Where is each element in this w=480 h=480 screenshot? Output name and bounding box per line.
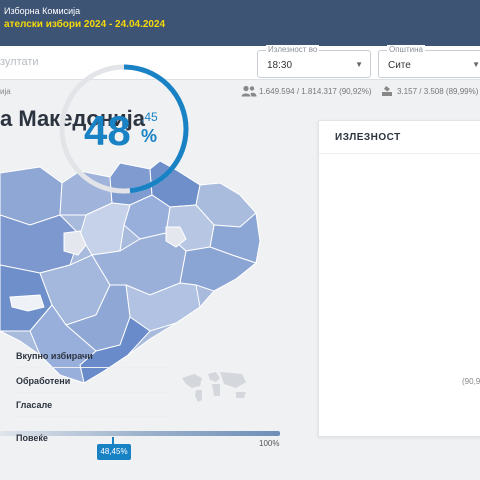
divider — [14, 392, 170, 393]
municipality-region — [0, 166, 63, 226]
total-voters-label: Вкупно избирачи — [16, 351, 93, 361]
turnout-time-value: 18:30 — [267, 60, 293, 71]
turnout-time-label: Излезност во — [266, 45, 320, 54]
divider — [14, 416, 170, 417]
municipality-select[interactable]: Општина Сите ▼ — [378, 45, 480, 78]
legend-max-label: 100% — [259, 439, 280, 448]
divider — [319, 153, 480, 154]
processed-value: (90,9 — [462, 377, 480, 386]
turnout-percent-int: 48 — [84, 107, 131, 154]
municipality-value: Сите — [388, 60, 411, 71]
results-tab[interactable]: зултати — [0, 56, 39, 68]
voted-label: Гласале — [16, 400, 53, 410]
turnout-percent-dec: ,45 — [141, 110, 158, 124]
top-header-bar: Изборна Комисија ателски избори 2024 - 2… — [0, 0, 480, 46]
people-icon — [241, 85, 257, 97]
processed-voters-stat: 1.649.594 / 1.814.317 (90,92%) — [259, 87, 372, 96]
turnout-time-select[interactable]: Излезност во 18:30 ▼ — [257, 45, 371, 78]
org-name: Изборна Комисија — [4, 6, 81, 16]
turnout-card: ИЗЛЕЗНОСТ — [318, 120, 480, 437]
election-title: ателски избори 2024 - 24.04.2024 — [4, 19, 166, 30]
region-breadcrumb: ија — [0, 87, 11, 96]
chevron-down-icon: ▼ — [472, 60, 480, 69]
divider — [14, 367, 170, 368]
ballot-box-icon — [382, 86, 392, 96]
card-title: ИЗЛЕЗНОСТ — [335, 132, 401, 143]
turnout-percent-sign: % — [141, 126, 158, 146]
municipality-label: Општина — [387, 45, 425, 54]
world-map-icon — [182, 372, 246, 402]
more-link[interactable]: Повеќе — [16, 433, 48, 443]
processed-label: Обработени — [16, 376, 71, 386]
polling-stations-stat: 3.157 / 3.508 (89,99%) — [397, 87, 479, 96]
chevron-down-icon: ▼ — [355, 60, 363, 69]
legend-current-badge: 48,45% — [97, 444, 131, 460]
